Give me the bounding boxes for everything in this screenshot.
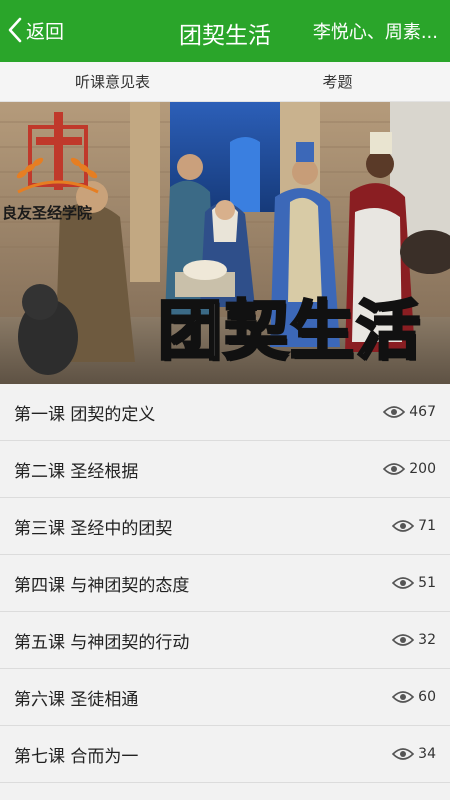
lesson-row[interactable]: 第四课 与神团契的态度 51 — [0, 555, 450, 612]
lesson-title: 第三课 圣经中的团契 — [14, 518, 173, 539]
view-count-value: 34 — [418, 746, 436, 762]
view-count-value: 467 — [409, 404, 436, 420]
eye-icon — [383, 462, 406, 476]
view-count: 34 — [392, 746, 436, 762]
chevron-left-icon — [8, 17, 22, 43]
view-count: 32 — [392, 632, 436, 648]
teacher-names[interactable]: 李悦心、周素... — [313, 18, 438, 44]
lesson-title: 第四课 与神团契的态度 — [14, 575, 190, 596]
banner-title-text: 团契生活 — [157, 294, 422, 371]
tab-feedback-form[interactable]: 听课意见表 — [0, 62, 225, 101]
lesson-row[interactable]: 第七课 合而为一 34 — [0, 726, 450, 783]
view-count: 71 — [392, 518, 436, 534]
eye-icon — [392, 576, 415, 590]
view-count-value: 60 — [418, 689, 436, 705]
view-count-value: 71 — [418, 518, 436, 534]
lesson-title: 第七课 合而为一 — [14, 746, 139, 767]
lesson-title: 第二课 圣经根据 — [14, 461, 139, 482]
course-banner: 良友圣经学院 团契生活 — [0, 102, 450, 384]
lesson-title: 第一课 团契的定义 — [14, 404, 156, 425]
view-count: 467 — [383, 404, 436, 420]
eye-icon — [392, 690, 415, 704]
view-count-value: 200 — [409, 461, 436, 477]
lesson-title: 第五课 与神团契的行动 — [14, 632, 190, 653]
tab-exam-questions[interactable]: 考题 — [225, 62, 450, 101]
lesson-row[interactable]: 第一课 团契的定义 467 — [0, 384, 450, 441]
lesson-row[interactable]: 第三课 圣经中的团契 71 — [0, 498, 450, 555]
lesson-row[interactable]: 第五课 与神团契的行动 32 — [0, 612, 450, 669]
back-label: 返回 — [26, 20, 65, 43]
eye-icon — [392, 747, 415, 761]
view-count-value: 32 — [418, 632, 436, 648]
eye-icon — [383, 405, 406, 419]
banner-title: 团契生活 — [157, 280, 422, 372]
lesson-row[interactable]: 第二课 圣经根据 200 — [0, 441, 450, 498]
lesson-list: 第一课 团契的定义 467 第二课 圣经根据 200 第三课 圣经中的团契 71… — [0, 384, 450, 800]
lesson-title: 第六课 圣徒相通 — [14, 689, 139, 710]
eye-icon — [392, 519, 415, 533]
lesson-row[interactable]: 第六课 圣徒相通 60 — [0, 669, 450, 726]
top-bar: 返回 团契生活 李悦心、周素... — [0, 0, 450, 62]
view-count: 200 — [383, 461, 436, 477]
eye-icon — [392, 633, 415, 647]
view-count: 60 — [392, 689, 436, 705]
school-name: 良友圣经学院 — [2, 204, 93, 222]
view-count: 51 — [392, 575, 436, 591]
tab-bar: 听课意见表 考题 — [0, 62, 450, 102]
back-button[interactable]: 返回 — [8, 14, 64, 46]
view-count-value: 51 — [418, 575, 436, 591]
